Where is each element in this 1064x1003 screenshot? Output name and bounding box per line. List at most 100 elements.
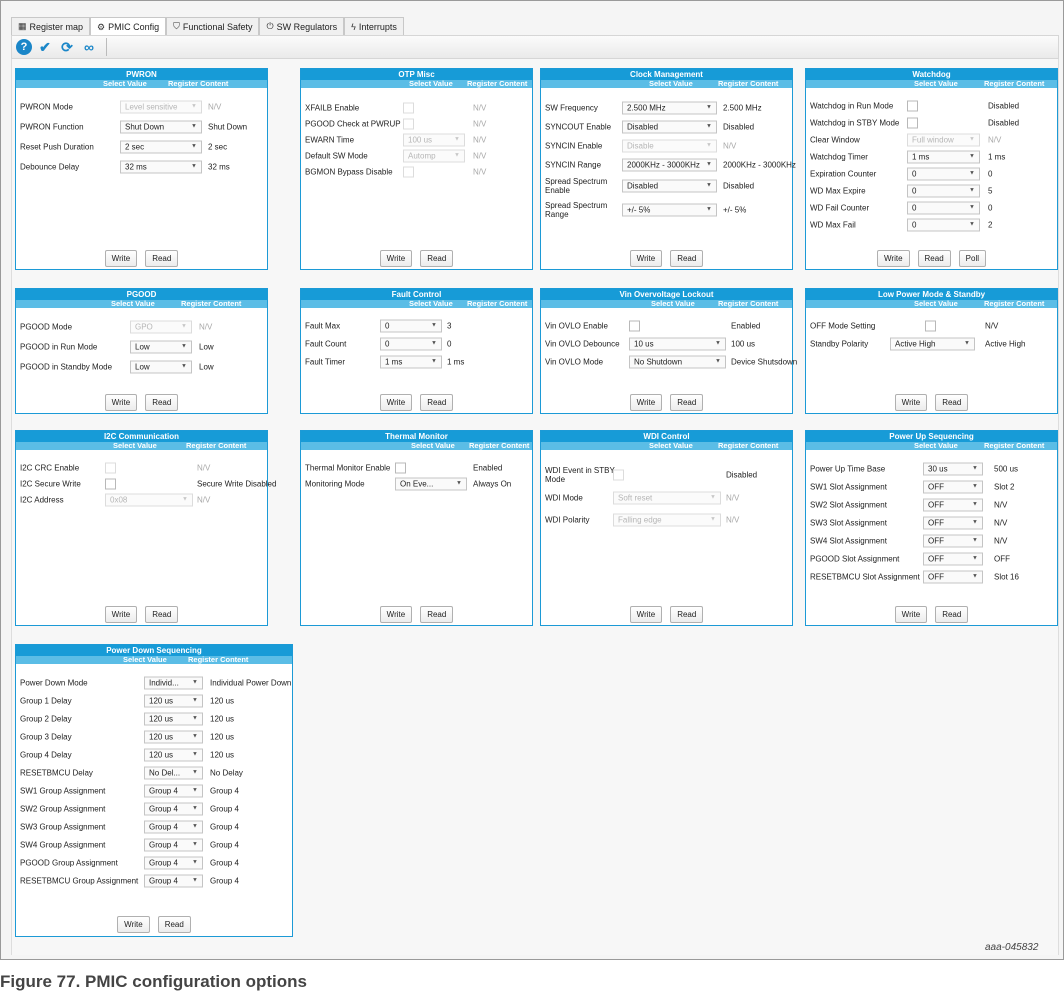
value-select[interactable]: 1 ms ▼ (907, 150, 980, 163)
read-button[interactable]: Read (670, 250, 704, 267)
write-button[interactable]: Write (379, 606, 413, 623)
value-select[interactable]: Group 4 ▼ (144, 802, 203, 816)
value-select[interactable]: On Eve... ▼ (395, 477, 467, 491)
enable-checkbox[interactable] (629, 320, 640, 332)
value-select[interactable]: 2 sec ▼ (120, 140, 202, 154)
value-select[interactable]: 0 ▼ (907, 201, 980, 214)
value-select[interactable]: 0 ▼ (907, 184, 980, 197)
tab-register-map[interactable]: ▦ Register map (11, 17, 91, 35)
select-value: Group 4 (149, 840, 178, 850)
check-icon[interactable]: ✔ (36, 38, 54, 56)
value-select[interactable]: Group 4 ▼ (144, 820, 203, 834)
pwron-panel: PWRON Select Value Register Content PWRON M… (15, 68, 268, 270)
value-select[interactable]: 120 us ▼ (144, 694, 203, 708)
value-select[interactable]: Low ▼ (130, 340, 192, 354)
write-button[interactable]: Write (104, 394, 138, 411)
value-select[interactable]: Active High ▼ (890, 337, 975, 351)
value-select[interactable]: OFF ▼ (923, 552, 983, 566)
write-button[interactable]: Write (117, 916, 150, 933)
enable-checkbox[interactable] (925, 320, 936, 332)
setting-label: Spread Spectrum Enable (545, 177, 608, 195)
register-content-header: Register Content (469, 441, 530, 450)
read-button[interactable]: Read (670, 394, 704, 411)
setting-row: PGOOD Mode GPO ▼ N/V (20, 317, 265, 337)
read-button[interactable]: Read (420, 606, 454, 623)
enable-checkbox[interactable] (395, 462, 406, 474)
read-button[interactable]: Read (145, 606, 179, 623)
tab-functional-safety[interactable]: ⛉ Functional Safety (166, 17, 260, 35)
value-select[interactable]: OFF ▼ (923, 516, 983, 530)
chevron-down-icon: ▼ (454, 152, 460, 159)
write-button[interactable]: Write (379, 250, 413, 267)
value-select[interactable]: Individ... ▼ (144, 676, 203, 690)
figure-caption: Figure 77. PMIC configuration options (0, 972, 307, 991)
read-button[interactable]: Read (935, 394, 969, 411)
value-select[interactable]: Shut Down ▼ (120, 120, 202, 134)
value-select[interactable]: 0 ▼ (380, 337, 442, 351)
value-select[interactable]: OFF ▼ (923, 570, 983, 584)
write-button[interactable]: Write (104, 250, 138, 267)
read-button[interactable]: Read (145, 250, 179, 267)
enable-checkbox[interactable] (907, 100, 918, 111)
value-select[interactable]: Low ▼ (130, 360, 192, 374)
value-select[interactable]: 32 ms ▼ (120, 160, 202, 174)
select-value-header: Select Value (914, 79, 958, 88)
read-button[interactable]: Read (157, 916, 191, 933)
poll-button[interactable]: Poll (958, 250, 986, 267)
tab-interrupts[interactable]: ϟ Interrupts (344, 17, 404, 35)
write-button[interactable]: Write (894, 394, 928, 411)
setting-label: I2C Secure Write (20, 479, 81, 489)
refresh-icon[interactable]: ⟳ (58, 38, 76, 56)
enable-checkbox[interactable] (907, 117, 918, 128)
write-button[interactable]: Write (877, 250, 910, 267)
value-select[interactable]: No Del... ▼ (144, 766, 203, 780)
value-select[interactable]: Group 4 ▼ (144, 874, 203, 888)
write-button[interactable]: Write (104, 606, 138, 623)
value-select[interactable]: 120 us ▼ (144, 712, 203, 726)
read-button[interactable]: Read (145, 394, 179, 411)
setting-row: PGOOD in Standby Mode Low ▼ Low (20, 357, 265, 377)
panel-actions: Write Read (541, 394, 792, 411)
tab-sw-regulators[interactable]: ⏻ SW Regulators (259, 17, 345, 35)
read-button[interactable]: Read (917, 250, 951, 267)
value-select[interactable]: Group 4 ▼ (144, 784, 203, 798)
value-select[interactable]: 1 ms ▼ (380, 355, 442, 369)
value-select[interactable]: 0 ▼ (907, 167, 980, 180)
write-button[interactable]: Write (629, 250, 663, 267)
write-button[interactable]: Write (894, 606, 928, 623)
setting-label: Reset Push Duration (20, 142, 94, 152)
value-select[interactable]: 0 ▼ (380, 319, 442, 333)
read-button[interactable]: Read (935, 606, 969, 623)
chevron-down-icon: ▼ (182, 496, 188, 503)
read-button[interactable]: Read (420, 250, 454, 267)
write-button[interactable]: Write (629, 394, 663, 411)
read-button[interactable]: Read (670, 606, 704, 623)
help-icon[interactable]: ? (16, 39, 32, 55)
register-content-value: N/V (473, 151, 487, 161)
value-select[interactable]: Group 4 ▼ (144, 856, 203, 870)
value-select[interactable]: OFF ▼ (923, 480, 983, 494)
value-select[interactable]: 2.500 MHz ▼ (622, 101, 717, 114)
value-select[interactable]: 30 us ▼ (923, 462, 983, 476)
value-select[interactable]: 120 us ▼ (144, 748, 203, 762)
enable-checkbox[interactable] (105, 478, 116, 490)
write-button[interactable]: Write (629, 606, 663, 623)
value-select[interactable]: 120 us ▼ (144, 730, 203, 744)
tab-pmic-config[interactable]: ⚙ PMIC Config (90, 17, 167, 36)
value-select[interactable]: No Shutdown ▼ (629, 355, 726, 369)
value-select[interactable]: +/- 5% ▼ (622, 203, 717, 217)
register-content-value: OFF (994, 554, 1010, 564)
value-select[interactable]: Disabled ▼ (622, 179, 717, 193)
value-select[interactable]: 0 ▼ (907, 218, 980, 231)
value-select[interactable]: 2000KHz - 3000KHz ▼ (622, 158, 717, 171)
infinity-icon[interactable]: ∞ (80, 38, 98, 56)
register-content-value: 100 us (731, 339, 756, 349)
value-select[interactable]: Disabled ▼ (622, 120, 717, 133)
write-button[interactable]: Write (379, 394, 413, 411)
value-select[interactable]: Group 4 ▼ (144, 838, 203, 852)
value-select[interactable]: OFF ▼ (923, 498, 983, 512)
value-select[interactable]: 10 us ▼ (629, 337, 726, 351)
value-select[interactable]: OFF ▼ (923, 534, 983, 548)
setting-label: Group 1 Delay (20, 696, 72, 706)
read-button[interactable]: Read (420, 394, 454, 411)
